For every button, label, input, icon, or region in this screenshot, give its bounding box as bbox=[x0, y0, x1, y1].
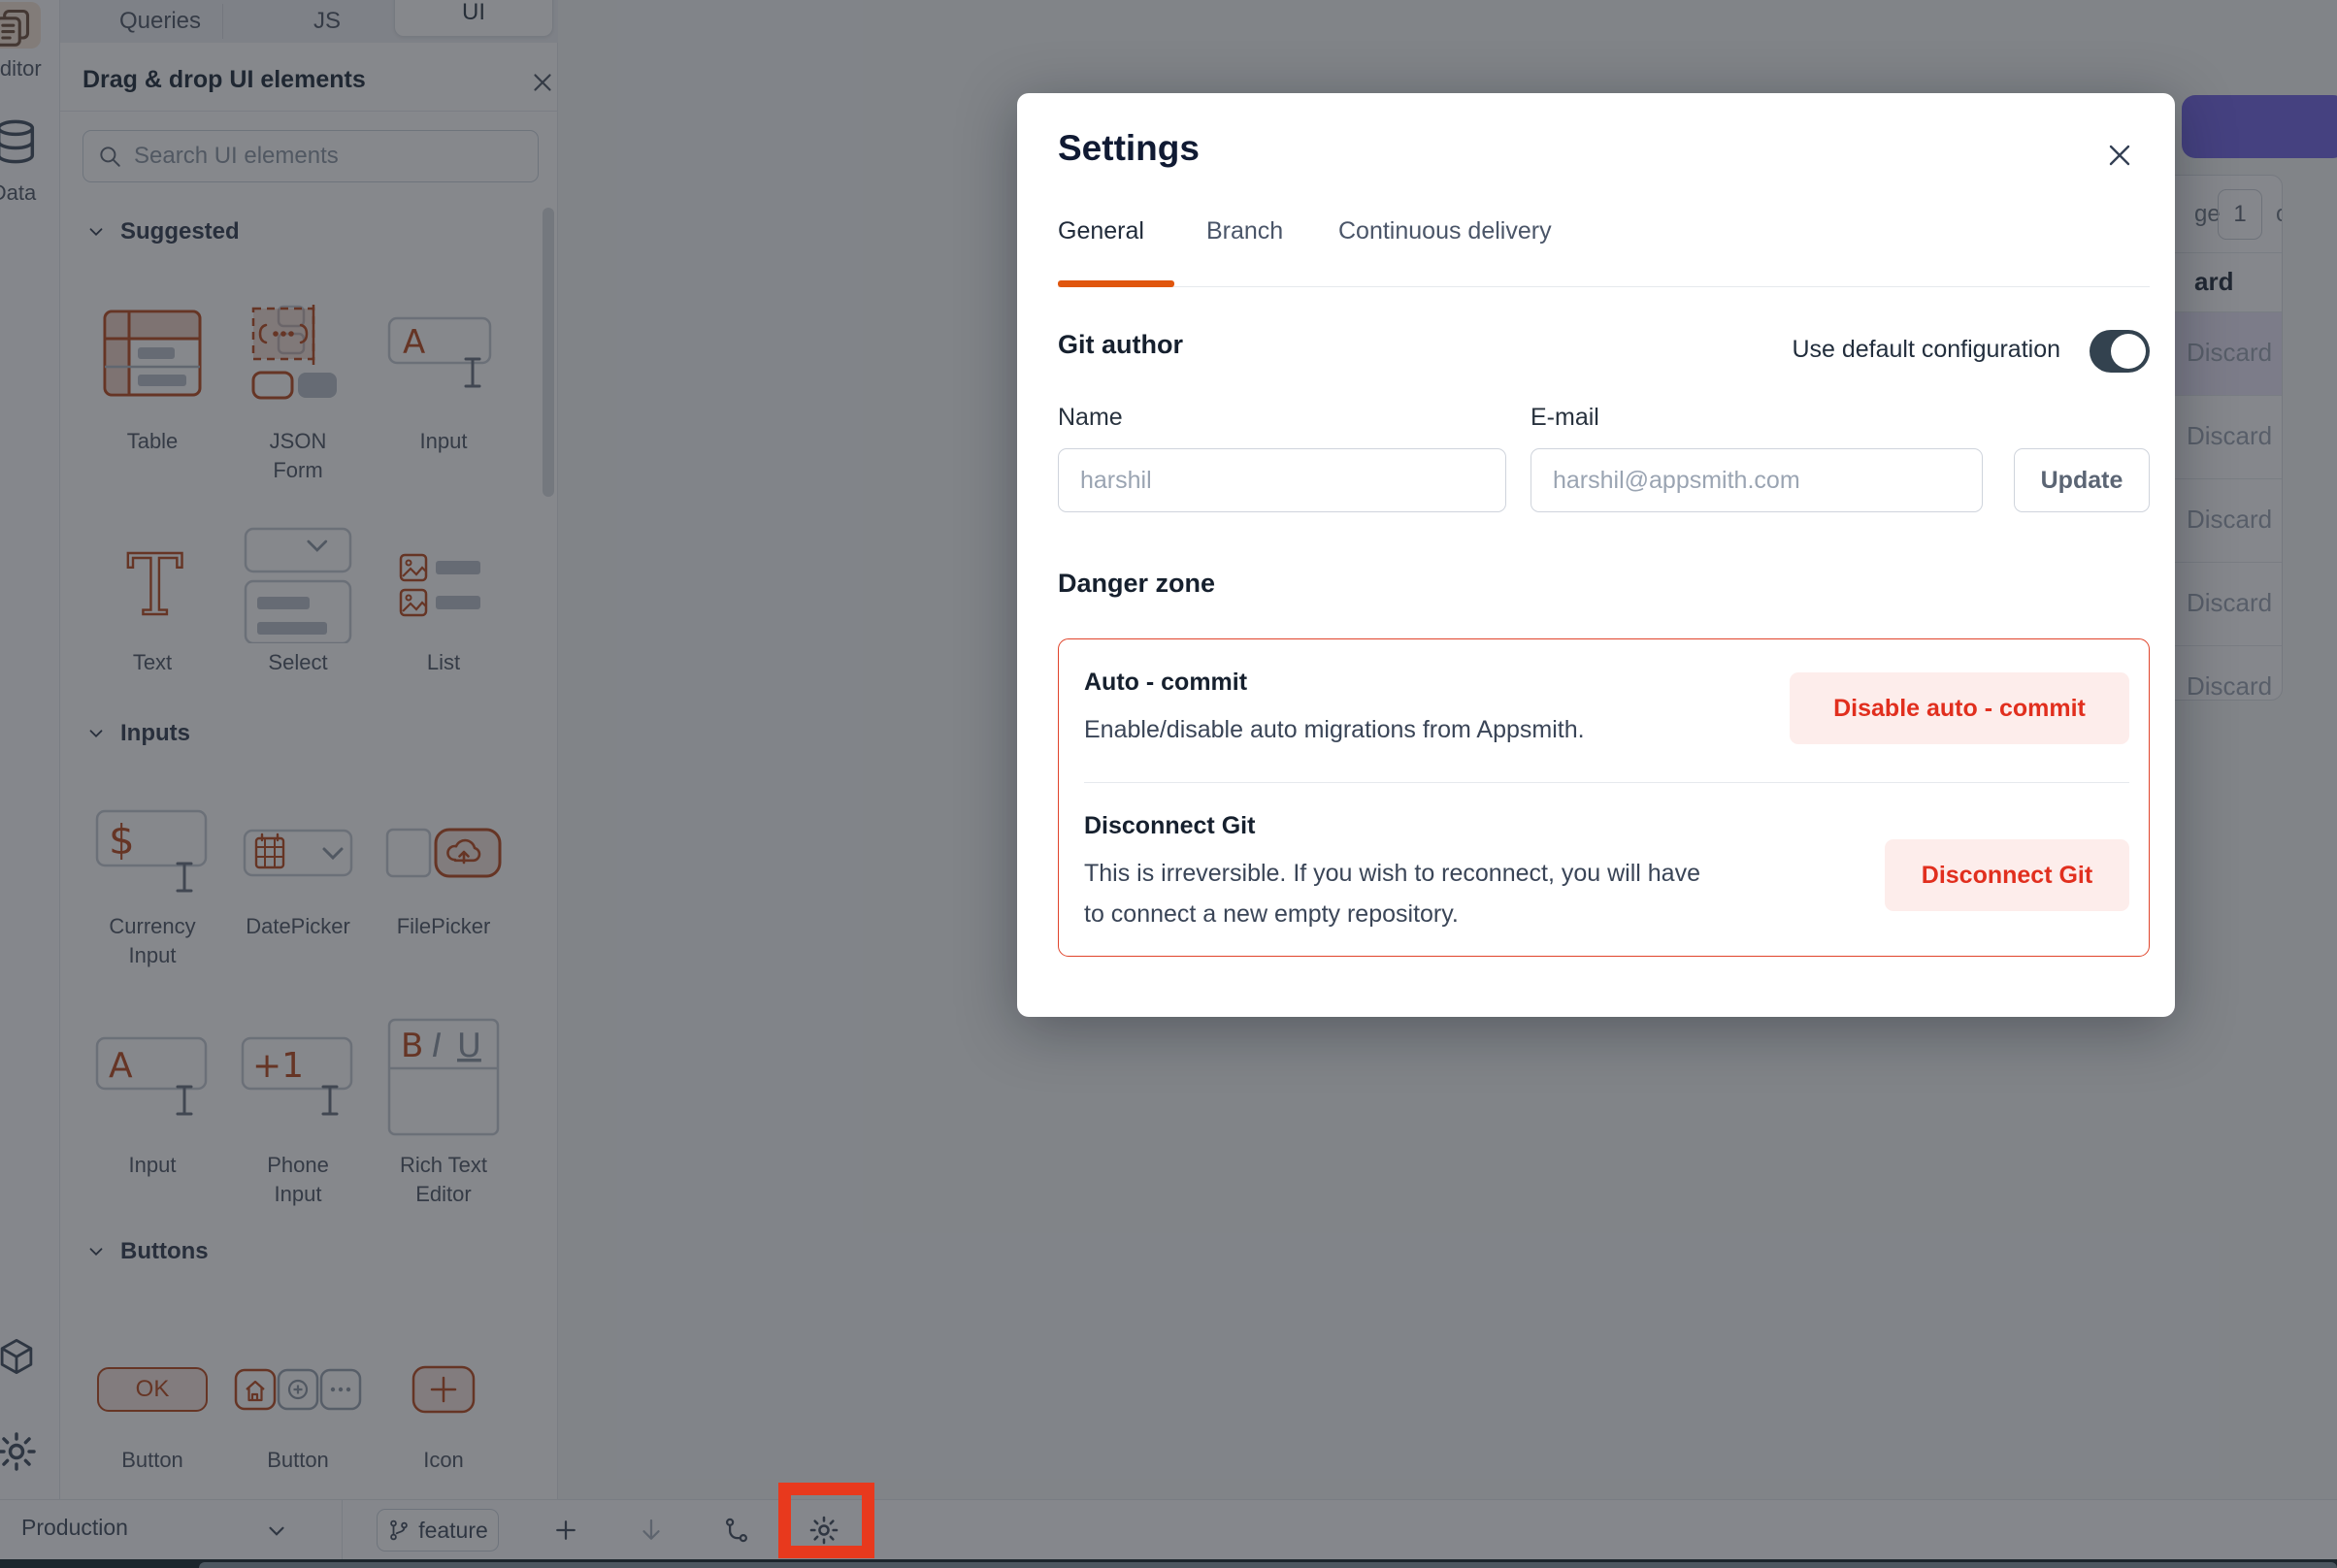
git-settings-modal: Settings General Branch Continuous deliv… bbox=[1017, 93, 2175, 1017]
name-label: Name bbox=[1058, 404, 1123, 432]
default-config-toggle[interactable] bbox=[2090, 330, 2150, 373]
annotation-highlight-box bbox=[778, 1483, 874, 1558]
git-author-heading: Git author bbox=[1058, 330, 1183, 360]
email-label: E-mail bbox=[1531, 404, 1599, 432]
auto-commit-description: Enable/disable auto migrations from Apps… bbox=[1084, 709, 1585, 750]
default-config-label: Use default configuration bbox=[1792, 336, 2060, 364]
divider bbox=[1058, 286, 2150, 287]
tab-branch[interactable]: Branch bbox=[1206, 217, 1283, 245]
disconnect-git-description-line1: This is irreversible. If you wish to rec… bbox=[1084, 853, 1700, 894]
update-button[interactable]: Update bbox=[2014, 448, 2150, 512]
auto-commit-title: Auto - commit bbox=[1084, 669, 1247, 697]
disconnect-git-title: Disconnect Git bbox=[1084, 812, 1255, 840]
danger-zone-box: Auto - commit Enable/disable auto migrat… bbox=[1058, 638, 2150, 957]
close-icon[interactable] bbox=[2102, 138, 2137, 173]
active-tab-indicator bbox=[1058, 280, 1174, 287]
disconnect-git-description-line2: to connect a new empty repository. bbox=[1084, 894, 1459, 934]
tab-continuous-delivery[interactable]: Continuous delivery bbox=[1338, 217, 1552, 245]
tab-general[interactable]: General bbox=[1058, 217, 1144, 245]
danger-zone-heading: Danger zone bbox=[1058, 569, 1215, 599]
name-field[interactable] bbox=[1058, 448, 1506, 512]
disconnect-git-button[interactable]: Disconnect Git bbox=[1885, 839, 2129, 911]
modal-title: Settings bbox=[1058, 128, 1200, 169]
divider bbox=[1084, 782, 2129, 783]
disable-auto-commit-button[interactable]: Disable auto - commit bbox=[1790, 672, 2129, 744]
email-field[interactable] bbox=[1531, 448, 1983, 512]
toggle-knob bbox=[2111, 334, 2146, 369]
